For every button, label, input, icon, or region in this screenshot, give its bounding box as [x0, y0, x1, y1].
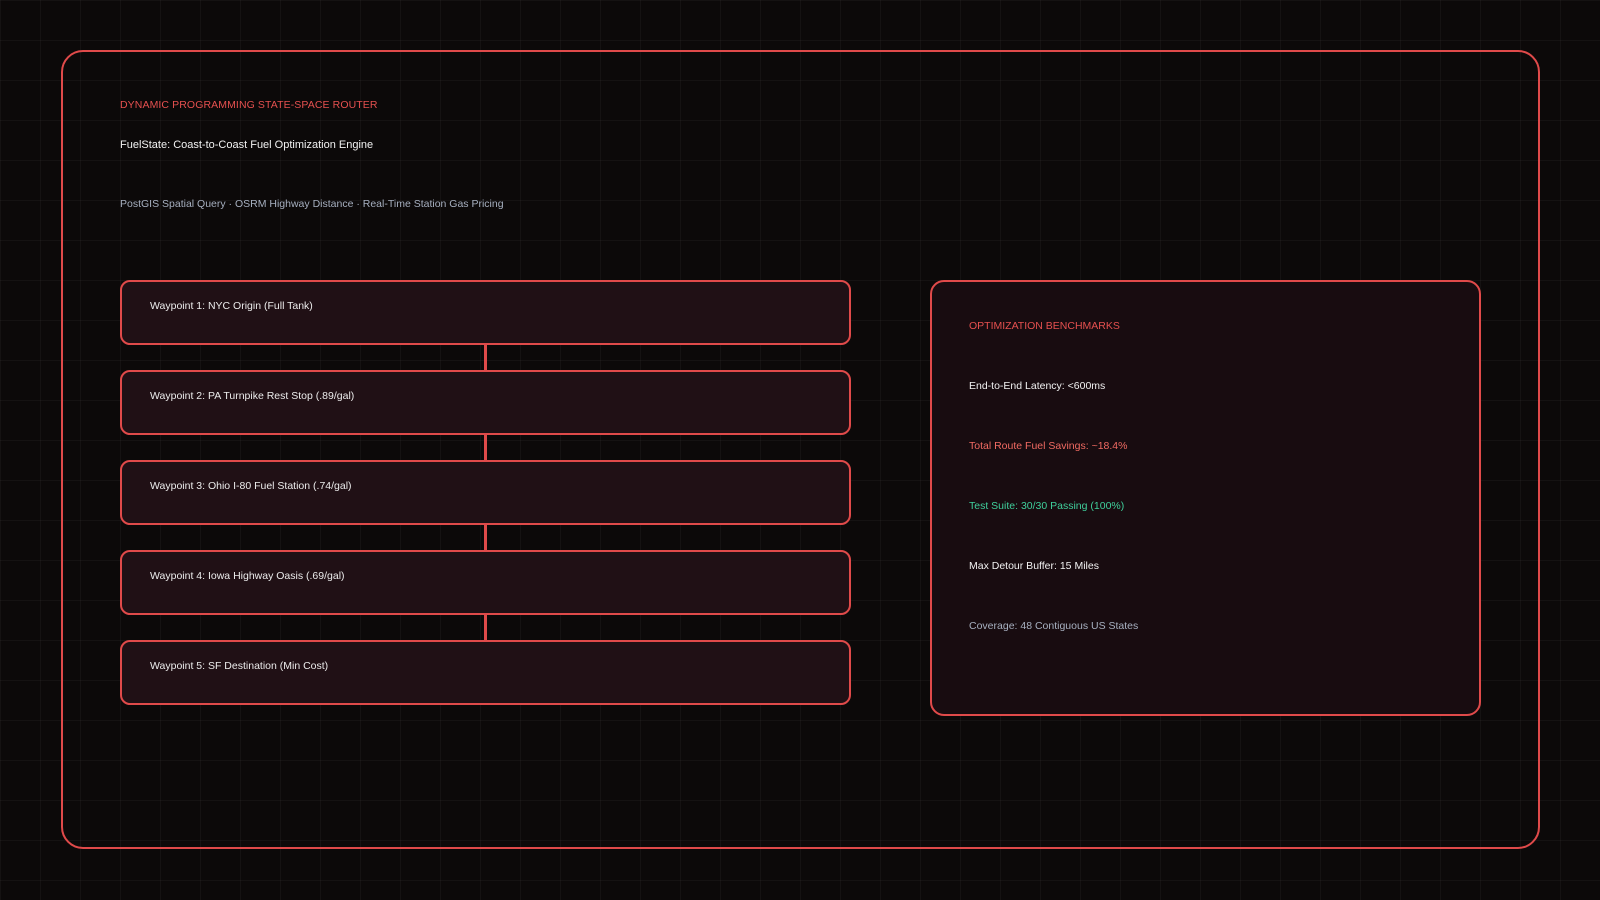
metric-latency: End-to-End Latency: <600ms — [969, 380, 1106, 392]
metric-coverage: Coverage: 48 Contiguous US States — [969, 620, 1139, 632]
benchmarks-panel: OPTIMIZATION BENCHMARKS End-to-End Laten… — [930, 280, 1481, 716]
flow-connector — [484, 435, 487, 460]
metric-detour-buffer: Max Detour Buffer: 15 Miles — [969, 560, 1099, 572]
waypoint-node-2: Waypoint 2: PA Turnpike Rest Stop (.89/g… — [120, 370, 851, 435]
section-kicker: DYNAMIC PROGRAMMING STATE-SPACE ROUTER — [120, 99, 378, 111]
waypoint-label: Waypoint 4: Iowa Highway Oasis (.69/gal) — [150, 570, 345, 582]
waypoint-node-1: Waypoint 1: NYC Origin (Full Tank) — [120, 280, 851, 345]
flow-connector — [484, 525, 487, 550]
metric-test-suite: Test Suite: 30/30 Passing (100%) — [969, 500, 1125, 512]
waypoint-node-4: Waypoint 4: Iowa Highway Oasis (.69/gal) — [120, 550, 851, 615]
waypoint-label: Waypoint 5: SF Destination (Min Cost) — [150, 660, 329, 672]
waypoint-label: Waypoint 1: NYC Origin (Full Tank) — [150, 300, 313, 312]
benchmarks-title: OPTIMIZATION BENCHMARKS — [969, 320, 1120, 332]
page-title: FuelState: Coast-to-Coast Fuel Optimizat… — [120, 139, 374, 151]
page-subtitle: PostGIS Spatial Query · OSRM Highway Dis… — [120, 198, 504, 210]
metric-fuel-savings: Total Route Fuel Savings: ~18.4% — [969, 440, 1128, 452]
flow-connector — [484, 345, 487, 370]
waypoint-label: Waypoint 3: Ohio I-80 Fuel Station (.74/… — [150, 480, 352, 492]
waypoint-label: Waypoint 2: PA Turnpike Rest Stop (.89/g… — [150, 390, 355, 402]
flow-connector — [484, 615, 487, 640]
waypoint-node-3: Waypoint 3: Ohio I-80 Fuel Station (.74/… — [120, 460, 851, 525]
waypoint-node-5: Waypoint 5: SF Destination (Min Cost) — [120, 640, 851, 705]
